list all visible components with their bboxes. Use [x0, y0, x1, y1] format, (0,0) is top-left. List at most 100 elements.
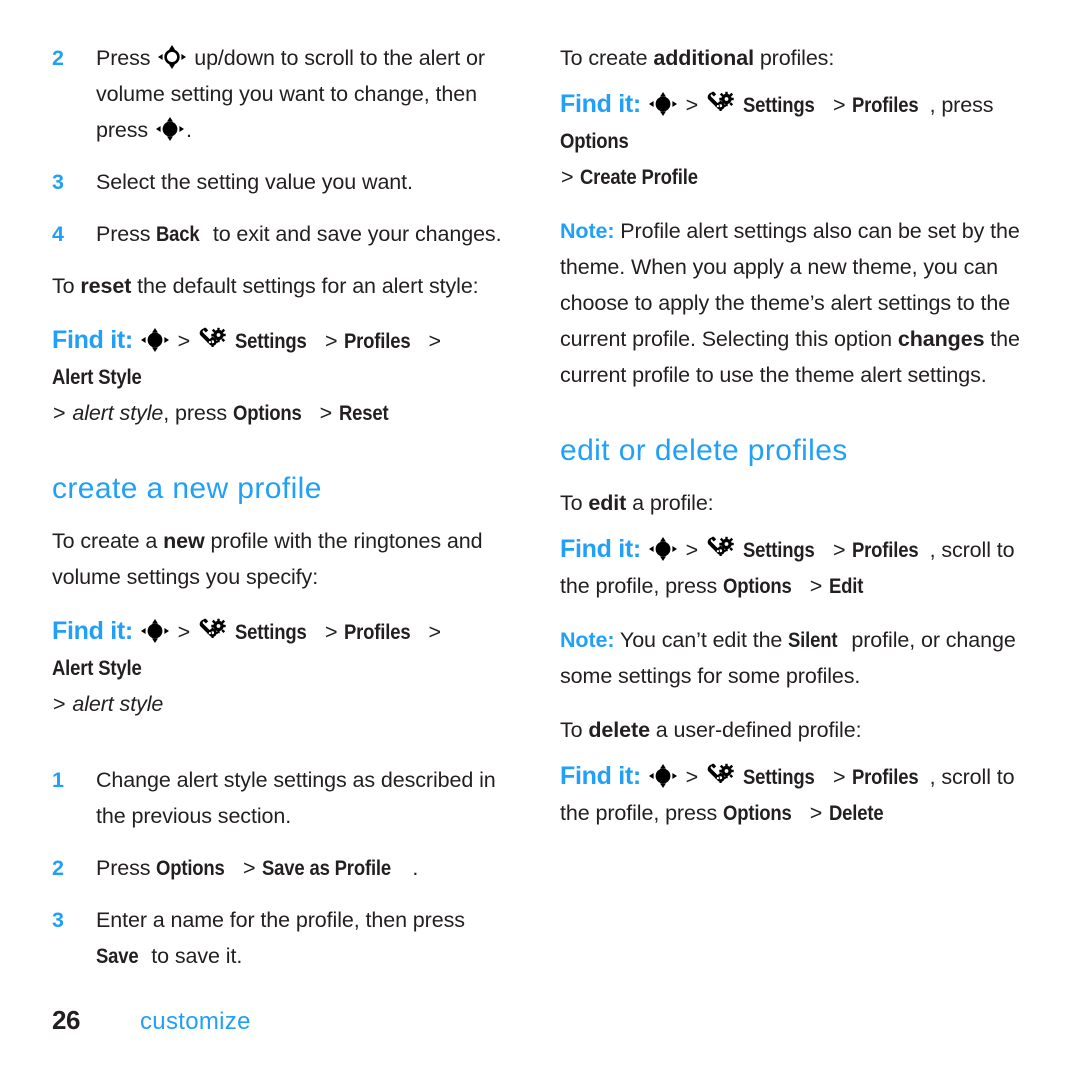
step-text-pre: Press: [96, 856, 157, 880]
note-label: Note:: [560, 219, 615, 243]
menu-item-options: Options: [156, 856, 225, 880]
list-item: 3 Enter a name for the profile, then pre…: [52, 902, 512, 974]
list-item: 2 Press Options > Save as Profile.: [52, 850, 512, 886]
edit-intro-pre: To: [560, 491, 589, 515]
menu-item-edit: Edit: [829, 574, 864, 598]
settings-wrench-gear-icon: [706, 91, 736, 117]
menu-item-create-profile: Create Profile: [580, 165, 699, 189]
menu-item-alert-style-variable: alert style: [72, 692, 164, 716]
list-item: 3 Select the setting value you want.: [52, 164, 512, 200]
menu-item-delete: Delete: [829, 801, 884, 825]
step-number: 3: [52, 908, 64, 932]
create-intro-bold: new: [163, 529, 205, 553]
settings-wrench-gear-icon: [198, 327, 228, 353]
menu-item-profiles: Profiles: [852, 538, 919, 562]
menu-item-profiles: Profiles: [852, 765, 919, 789]
settings-wrench-gear-icon: [198, 618, 228, 644]
nav-key-filled-icon: [140, 618, 170, 644]
menu-item-settings: Settings: [742, 538, 815, 562]
findit-label: Find it:: [560, 90, 641, 118]
findit-cont-mid: , press: [163, 401, 233, 425]
separator-chevron: >: [428, 329, 441, 353]
findit-label: Find it:: [560, 535, 641, 563]
step-text-post: .: [185, 118, 192, 142]
page-title-create-profile: create a new profile: [52, 472, 322, 505]
step-text: Press Back to exit and save your changes…: [96, 222, 502, 246]
separator-chevron: >: [177, 620, 191, 644]
separator-chevron: >: [809, 801, 823, 825]
note-theme-bold: changes: [897, 327, 985, 351]
menu-item-settings: Settings: [742, 93, 815, 117]
settings-wrench-gear-icon: [706, 763, 736, 789]
menu-item-options: Options: [560, 129, 629, 153]
separator-chevron: >: [324, 329, 338, 353]
separator-chevron: >: [237, 856, 262, 880]
findit-label: Find it:: [560, 762, 641, 790]
nav-key-filled-icon: [648, 536, 678, 562]
step-text-pre: Enter a name for the profile, then press: [96, 908, 465, 932]
menu-item-settings: Settings: [234, 620, 307, 644]
reset-intro-pre: To: [52, 274, 81, 298]
additional-intro-paragraph: To create additional profiles:: [560, 40, 1020, 76]
note-label: Note:: [560, 628, 615, 652]
separator-chevron: >: [324, 620, 338, 644]
separator-chevron: >: [832, 93, 846, 117]
separator-chevron: >: [832, 538, 846, 562]
menu-item-alert-style-variable: alert style: [72, 401, 164, 425]
step-text: Select the setting value you want.: [96, 170, 413, 194]
create-intro-pre: To create a: [52, 529, 164, 553]
step-text: Change alert style settings as described…: [96, 768, 496, 828]
nav-key-hollow-icon: [157, 44, 187, 70]
separator-chevron: >: [561, 165, 574, 189]
additional-intro-bold: additional: [653, 46, 754, 70]
menu-item-options: Options: [723, 801, 792, 825]
menu-item-alert-style: Alert Style: [52, 365, 142, 389]
separator-chevron: >: [685, 765, 699, 789]
right-column: To create additional profiles: Find it: …: [560, 40, 1020, 849]
step-number: 3: [52, 170, 64, 194]
menu-item-settings: Settings: [234, 329, 307, 353]
menu-item-profiles: Profiles: [344, 620, 411, 644]
page-number: 26: [52, 1005, 80, 1035]
reset-intro-bold: reset: [80, 274, 132, 298]
list-item: 1 Change alert style settings as describ…: [52, 762, 512, 834]
delete-intro-pre: To: [560, 718, 589, 742]
reset-intro-post: the default settings for an alert style:: [131, 274, 479, 298]
left-column: 2 Press up/down to scroll to the alert o…: [52, 40, 512, 990]
note-silent-paragraph: Note: You can’t edit the Silent profile,…: [560, 622, 1020, 694]
separator-chevron: >: [428, 620, 441, 644]
nav-key-filled-icon: [648, 91, 678, 117]
separator-chevron: >: [685, 93, 699, 117]
separator-chevron: >: [685, 538, 699, 562]
key-name-back: Back: [156, 222, 200, 246]
create-intro-paragraph: To create a new profile with the rington…: [52, 523, 512, 595]
findit-label: Find it:: [52, 326, 133, 354]
menu-item-silent: Silent: [788, 628, 838, 652]
menu-item-profiles: Profiles: [852, 93, 919, 117]
menu-item-reset: Reset: [339, 401, 389, 425]
step-text-post: to exit and save your changes.: [206, 222, 502, 246]
separator-chevron: >: [319, 401, 333, 425]
separator-chevron: >: [177, 329, 191, 353]
findit-label: Find it:: [52, 617, 133, 645]
findit-delete: Find it: > Settings > Profiles, scroll t…: [560, 758, 1020, 831]
menu-item-settings: Settings: [742, 765, 815, 789]
nav-key-filled-icon: [648, 763, 678, 789]
step-text: Enter a name for the profile, then press…: [96, 908, 465, 968]
delete-intro-post: a user-defined profile:: [649, 718, 862, 742]
additional-intro-post: profiles:: [753, 46, 835, 70]
note-silent-text1: You can’t edit the: [614, 628, 789, 652]
findit-reset: Find it: > Settings > Profiles > Alert S…: [52, 322, 512, 431]
separator-chevron: >: [832, 765, 846, 789]
menu-item-save-as-profile: Save as Profile: [262, 856, 392, 880]
page-footer: 26 customize: [52, 1005, 251, 1036]
delete-intro-paragraph: To delete a user-defined profile:: [560, 712, 1020, 748]
separator-chevron: >: [809, 574, 823, 598]
findit-create: Find it: > Settings > Profiles > Alert S…: [52, 613, 512, 722]
step-number: 2: [52, 46, 64, 70]
menu-item-save: Save: [96, 944, 139, 968]
edit-intro-bold: edit: [588, 491, 627, 515]
edit-intro-post: a profile:: [626, 491, 714, 515]
